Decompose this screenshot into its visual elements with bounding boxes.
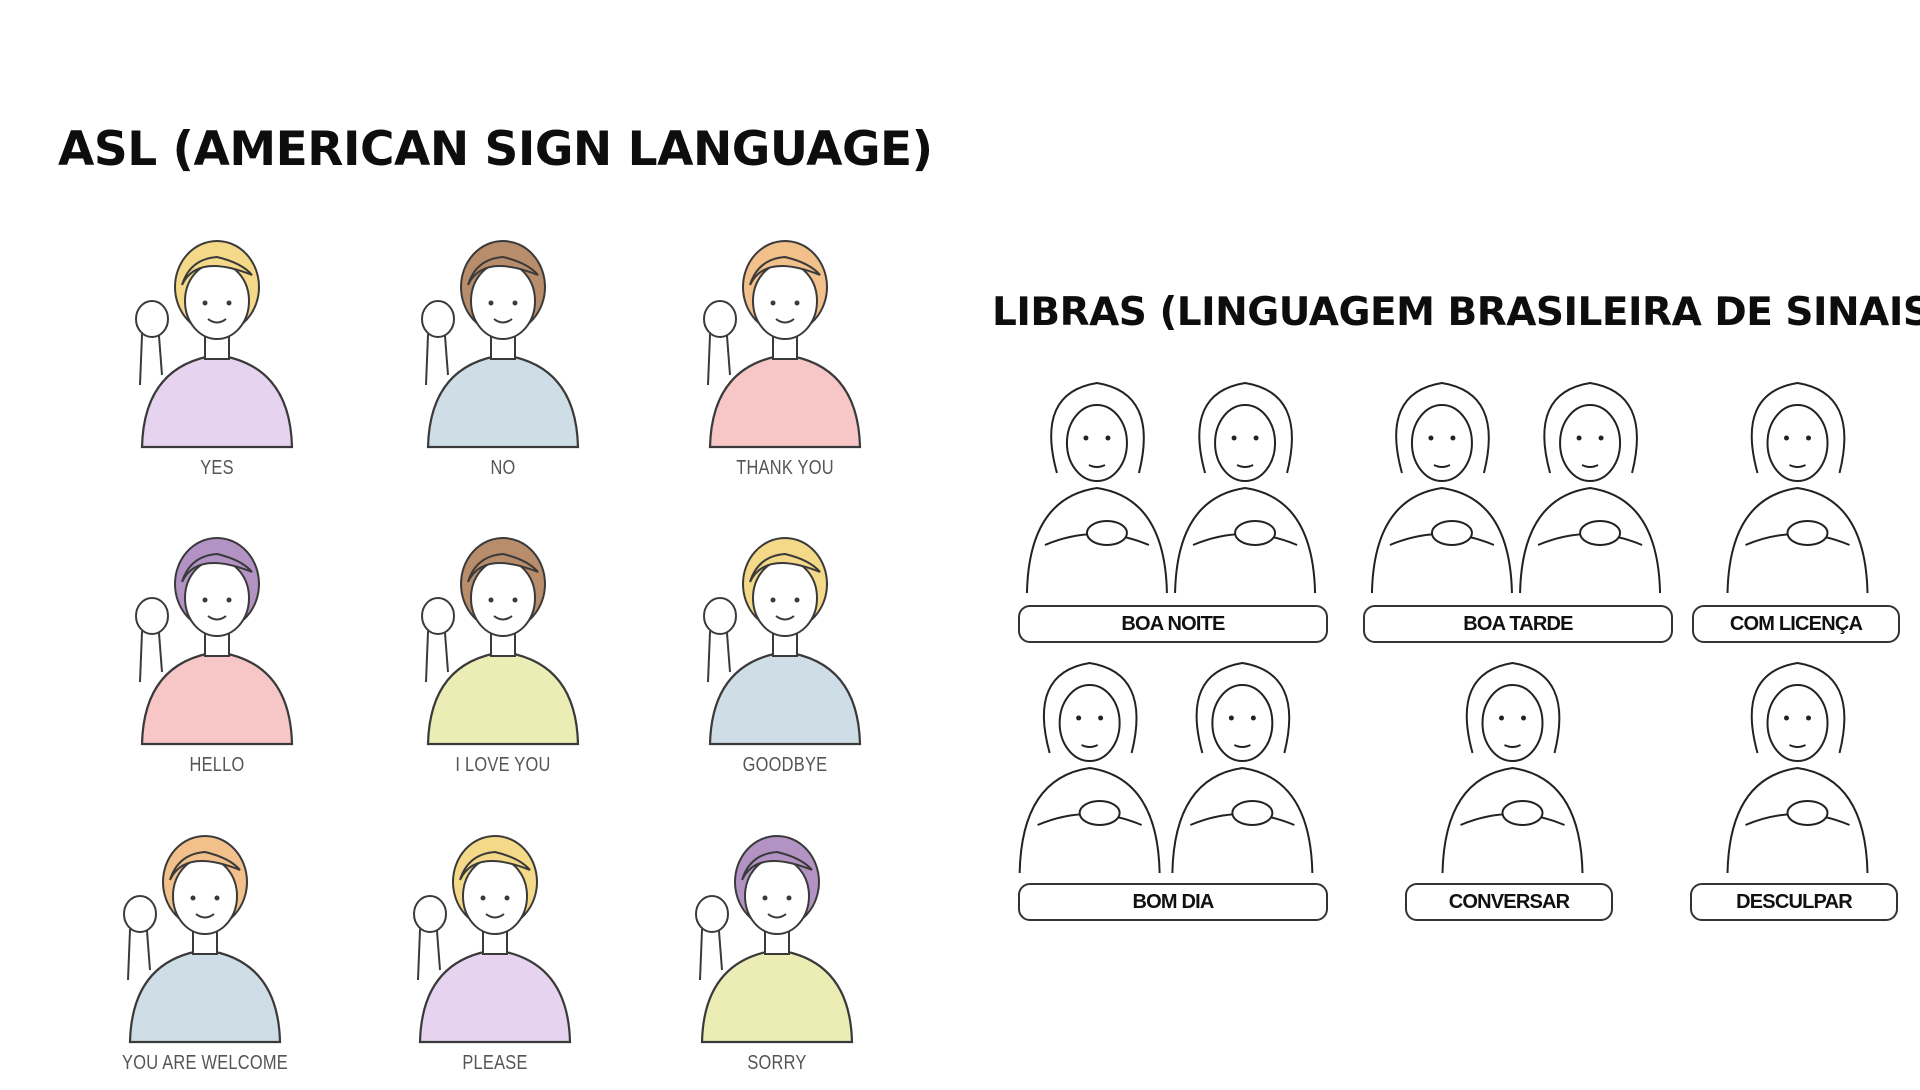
libras-sign-card: CONVERSAR: [1405, 655, 1620, 923]
libras-sign-card: BOA TARDE: [1355, 375, 1677, 645]
asl-sign-illustration: [135, 537, 294, 746]
asl-sign-illustration: [703, 537, 862, 746]
libras-sign-label: COM LICENÇA: [1692, 605, 1900, 643]
asl-sign-card: I LOVE YOU: [388, 512, 618, 792]
asl-sign-card: PLEASE: [380, 810, 610, 1090]
asl-sign-card: SORRY: [662, 810, 892, 1090]
asl-sign-illustration: [135, 240, 294, 449]
asl-sign-illustration: [123, 835, 282, 1044]
asl-sign-label: YOU ARE WELCOME: [122, 1052, 288, 1074]
libras-sign-illustration: [1370, 381, 1662, 593]
asl-sign-card: HELLO: [102, 512, 332, 792]
asl-sign-label: YES: [200, 457, 234, 479]
libras-sign-card: DESCULPAR: [1690, 655, 1905, 923]
asl-title: ASL (AMERICAN SIGN LANGUAGE): [58, 122, 933, 177]
asl-sign-card: YOU ARE WELCOME: [90, 810, 320, 1090]
libras-sign-illustration: [1726, 661, 1869, 873]
asl-sign-label: HELLO: [189, 754, 245, 776]
asl-sign-illustration: [421, 240, 580, 449]
libras-sign-label: DESCULPAR: [1690, 883, 1898, 921]
asl-sign-card: NO: [388, 215, 618, 495]
asl-sign-illustration: [413, 835, 572, 1044]
asl-sign-label: THANK YOU: [736, 457, 834, 479]
libras-sign-illustration: [1018, 661, 1314, 873]
asl-sign-label: I LOVE YOU: [455, 754, 551, 776]
libras-sign-card: BOM DIA: [1000, 655, 1332, 923]
asl-sign-label: NO: [490, 457, 516, 479]
libras-sign-illustration: [1726, 381, 1869, 593]
libras-sign-label: BOA NOITE: [1018, 605, 1328, 643]
libras-sign-card: BOA NOITE: [1010, 375, 1332, 645]
asl-sign-label: PLEASE: [462, 1052, 528, 1074]
asl-sign-illustration: [703, 240, 862, 449]
libras-sign-illustration: [1441, 661, 1584, 873]
asl-sign-card: THANK YOU: [670, 215, 900, 495]
libras-sign-label: BOM DIA: [1018, 883, 1328, 921]
asl-sign-label: GOODBYE: [742, 754, 828, 776]
asl-sign-label: SORRY: [747, 1052, 807, 1074]
libras-sign-card: COM LICENÇA: [1690, 375, 1905, 645]
libras-title: LIBRAS (LINGUAGEM BRASILEIRA DE SINAIS): [992, 290, 1920, 335]
libras-sign-illustration: [1025, 381, 1317, 593]
asl-sign-card: YES: [102, 215, 332, 495]
libras-sign-label: CONVERSAR: [1405, 883, 1613, 921]
libras-sign-label: BOA TARDE: [1363, 605, 1673, 643]
asl-sign-card: GOODBYE: [670, 512, 900, 792]
asl-sign-illustration: [695, 835, 854, 1044]
asl-sign-illustration: [421, 537, 580, 746]
